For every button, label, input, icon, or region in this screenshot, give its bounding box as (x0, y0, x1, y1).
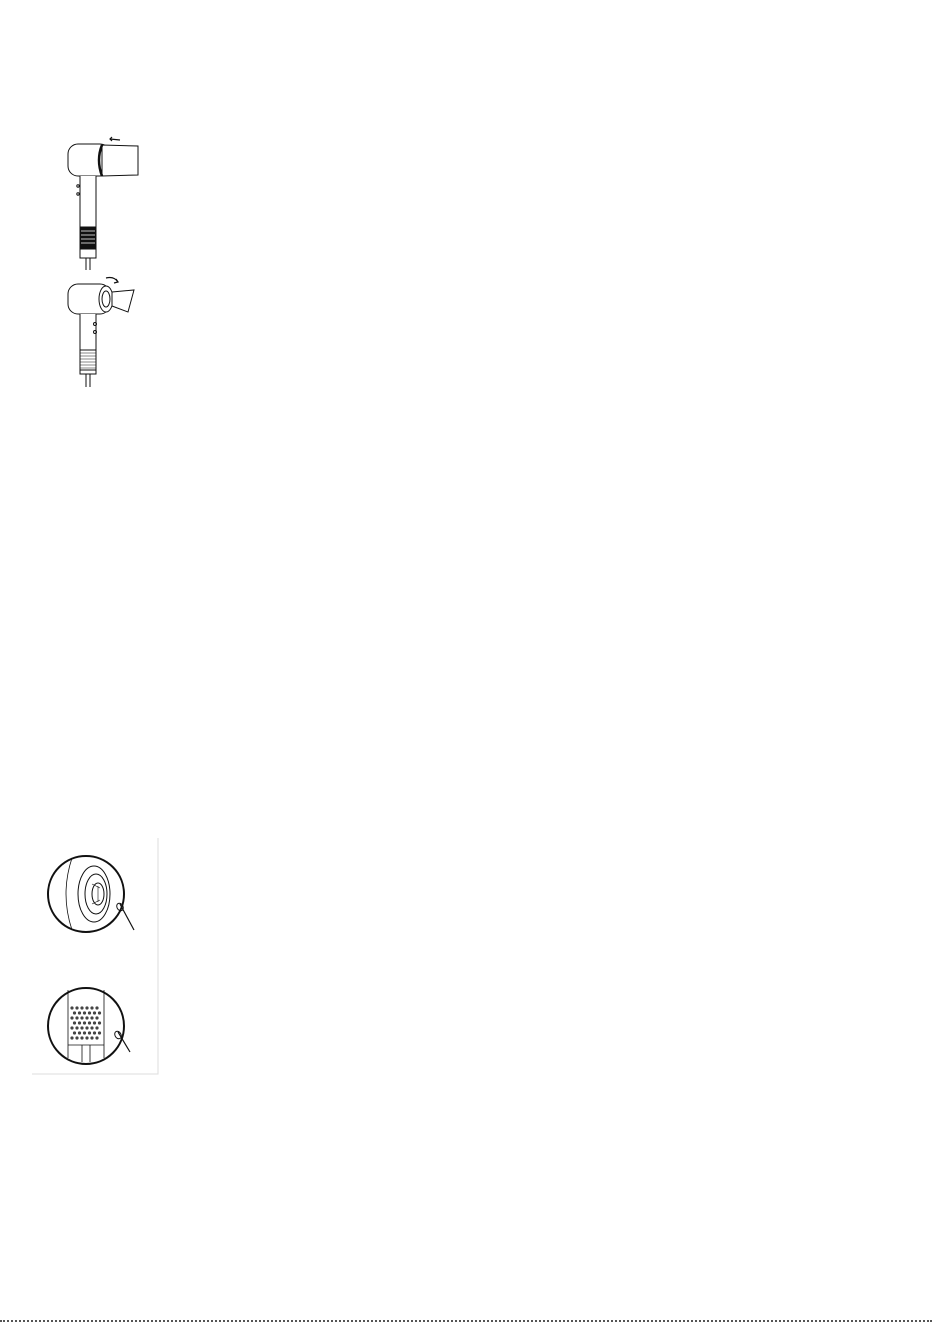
page-bottom-rule (0, 1320, 932, 1322)
hair-dryer-rotate-nozzle-icon (67, 276, 135, 387)
air-inlet-filter-cleaning-detail-icon (47, 987, 131, 1065)
air-outlet-cleaning-detail-icon (47, 855, 135, 933)
cleaning-detail-panel (32, 838, 159, 1075)
hair-dryer-attach-nozzle-icon (67, 136, 139, 270)
